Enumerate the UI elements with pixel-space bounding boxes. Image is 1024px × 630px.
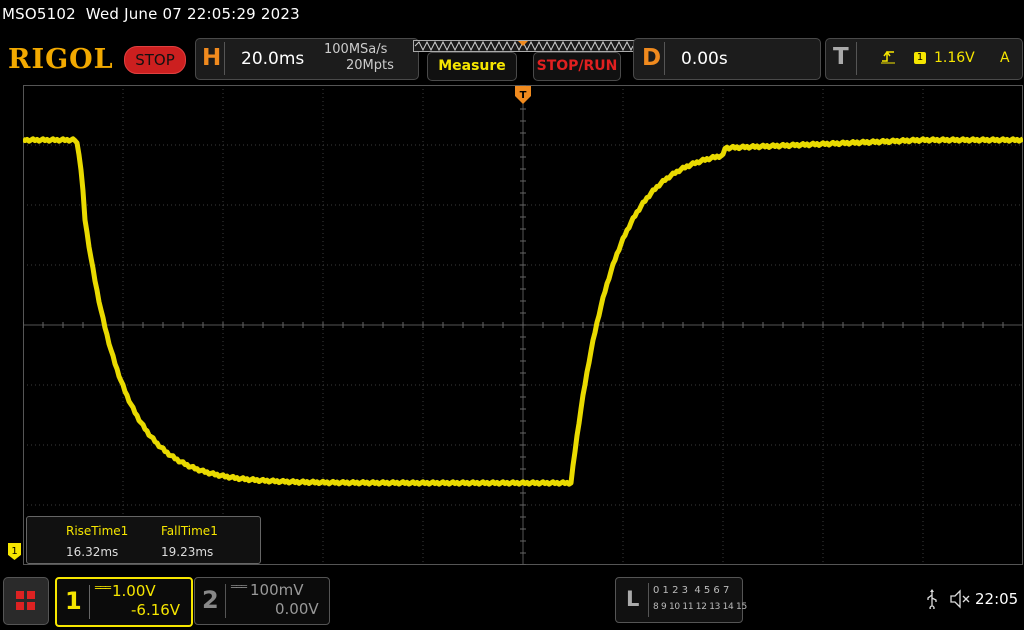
- horizontal-panel[interactable]: H 20.0ms 100MSa/s 20Mpts: [195, 38, 419, 80]
- divider: [224, 42, 225, 75]
- status-clock: 22:05: [975, 590, 1019, 608]
- stop-run-label: STOP/RUN: [536, 58, 618, 74]
- channel2-panel[interactable]: 2 ═══ 100mV 0.00V: [194, 577, 330, 625]
- timebase-value: 20.0ms: [241, 49, 305, 69]
- measurement-panel[interactable]: RiseTime1 16.32ms FallTime1 19.23ms: [26, 516, 261, 564]
- divider: [648, 583, 649, 617]
- trigger-panel[interactable]: T 1 1.16V A: [825, 38, 1023, 80]
- trigger-marker-letter: T: [520, 90, 527, 101]
- dc-coupling-icon: ═══: [95, 583, 111, 594]
- channel2-scale: 100mV: [250, 581, 304, 599]
- trigger-letter: T: [833, 44, 849, 70]
- divider: [856, 42, 857, 75]
- rising-edge-icon: [881, 49, 895, 69]
- divider: [89, 585, 90, 619]
- logic-letter: L: [626, 587, 640, 611]
- measurement-label-risetime: RiseTime1: [66, 524, 129, 538]
- trigger-level: 1.16V: [934, 50, 975, 66]
- window-title: MSO5102 Wed June 07 22:05:29 2023: [2, 5, 300, 23]
- measurement-value-risetime: 16.32ms: [66, 545, 119, 559]
- logic-analyzer-panel[interactable]: L 0 1 2 3 4 5 6 7 8 9 10 11 12 13 14 15: [615, 577, 747, 623]
- channel1-number: 1: [65, 587, 82, 615]
- delay-letter: D: [642, 45, 662, 71]
- brand-logo: RIGOL: [8, 44, 114, 75]
- run-state-badge[interactable]: STOP: [124, 46, 186, 74]
- memory-overview: [413, 37, 635, 52]
- channel1-ground-marker[interactable]: 1: [8, 543, 21, 560]
- waveform-canvas: [21, 84, 1024, 566]
- waveform-display[interactable]: [21, 84, 1024, 566]
- logic-channels-row1: 0 1 2 3 4 5 6 7: [653, 585, 730, 596]
- memory-overview-wave: [413, 40, 635, 52]
- usb-icon: [925, 589, 939, 613]
- horizontal-letter: H: [202, 45, 222, 71]
- sample-rate: 100MSa/s: [324, 42, 388, 57]
- logic-channels-row2: 8 9 10 11 12 13 14 15: [653, 602, 747, 612]
- measurement-label-falltime: FallTime1: [161, 524, 218, 538]
- menu-grid-icon: [16, 591, 35, 610]
- dc-coupling-icon: ═══: [231, 582, 247, 593]
- channel1-panel[interactable]: 1 ═══ 1.00V -6.16V: [55, 577, 193, 627]
- stop-run-button[interactable]: STOP/RUN: [533, 52, 621, 81]
- channel2-number: 2: [202, 586, 219, 614]
- delay-value: 0.00s: [681, 49, 728, 69]
- memory-depth: 20Mpts: [346, 58, 394, 73]
- trigger-source-badge: 1: [914, 52, 926, 64]
- measure-button[interactable]: Measure: [427, 52, 517, 81]
- main-menu-button[interactable]: [3, 577, 49, 625]
- datetime: Wed June 07 22:05:29 2023: [85, 5, 300, 23]
- channel1-scale: 1.00V: [112, 582, 156, 600]
- trigger-mode: A: [1000, 50, 1010, 66]
- channel2-offset: 0.00V: [275, 600, 319, 618]
- measure-button-label: Measure: [438, 58, 506, 74]
- measurement-value-falltime: 19.23ms: [161, 545, 214, 559]
- divider: [664, 42, 665, 75]
- trigger-position-marker[interactable]: T: [515, 86, 531, 114]
- divider: [225, 584, 226, 618]
- delay-panel[interactable]: D 0.00s: [633, 38, 821, 80]
- channel1-offset: -6.16V: [131, 601, 181, 619]
- model-name: MSO5102: [2, 5, 76, 23]
- speaker-muted-icon[interactable]: [950, 589, 972, 613]
